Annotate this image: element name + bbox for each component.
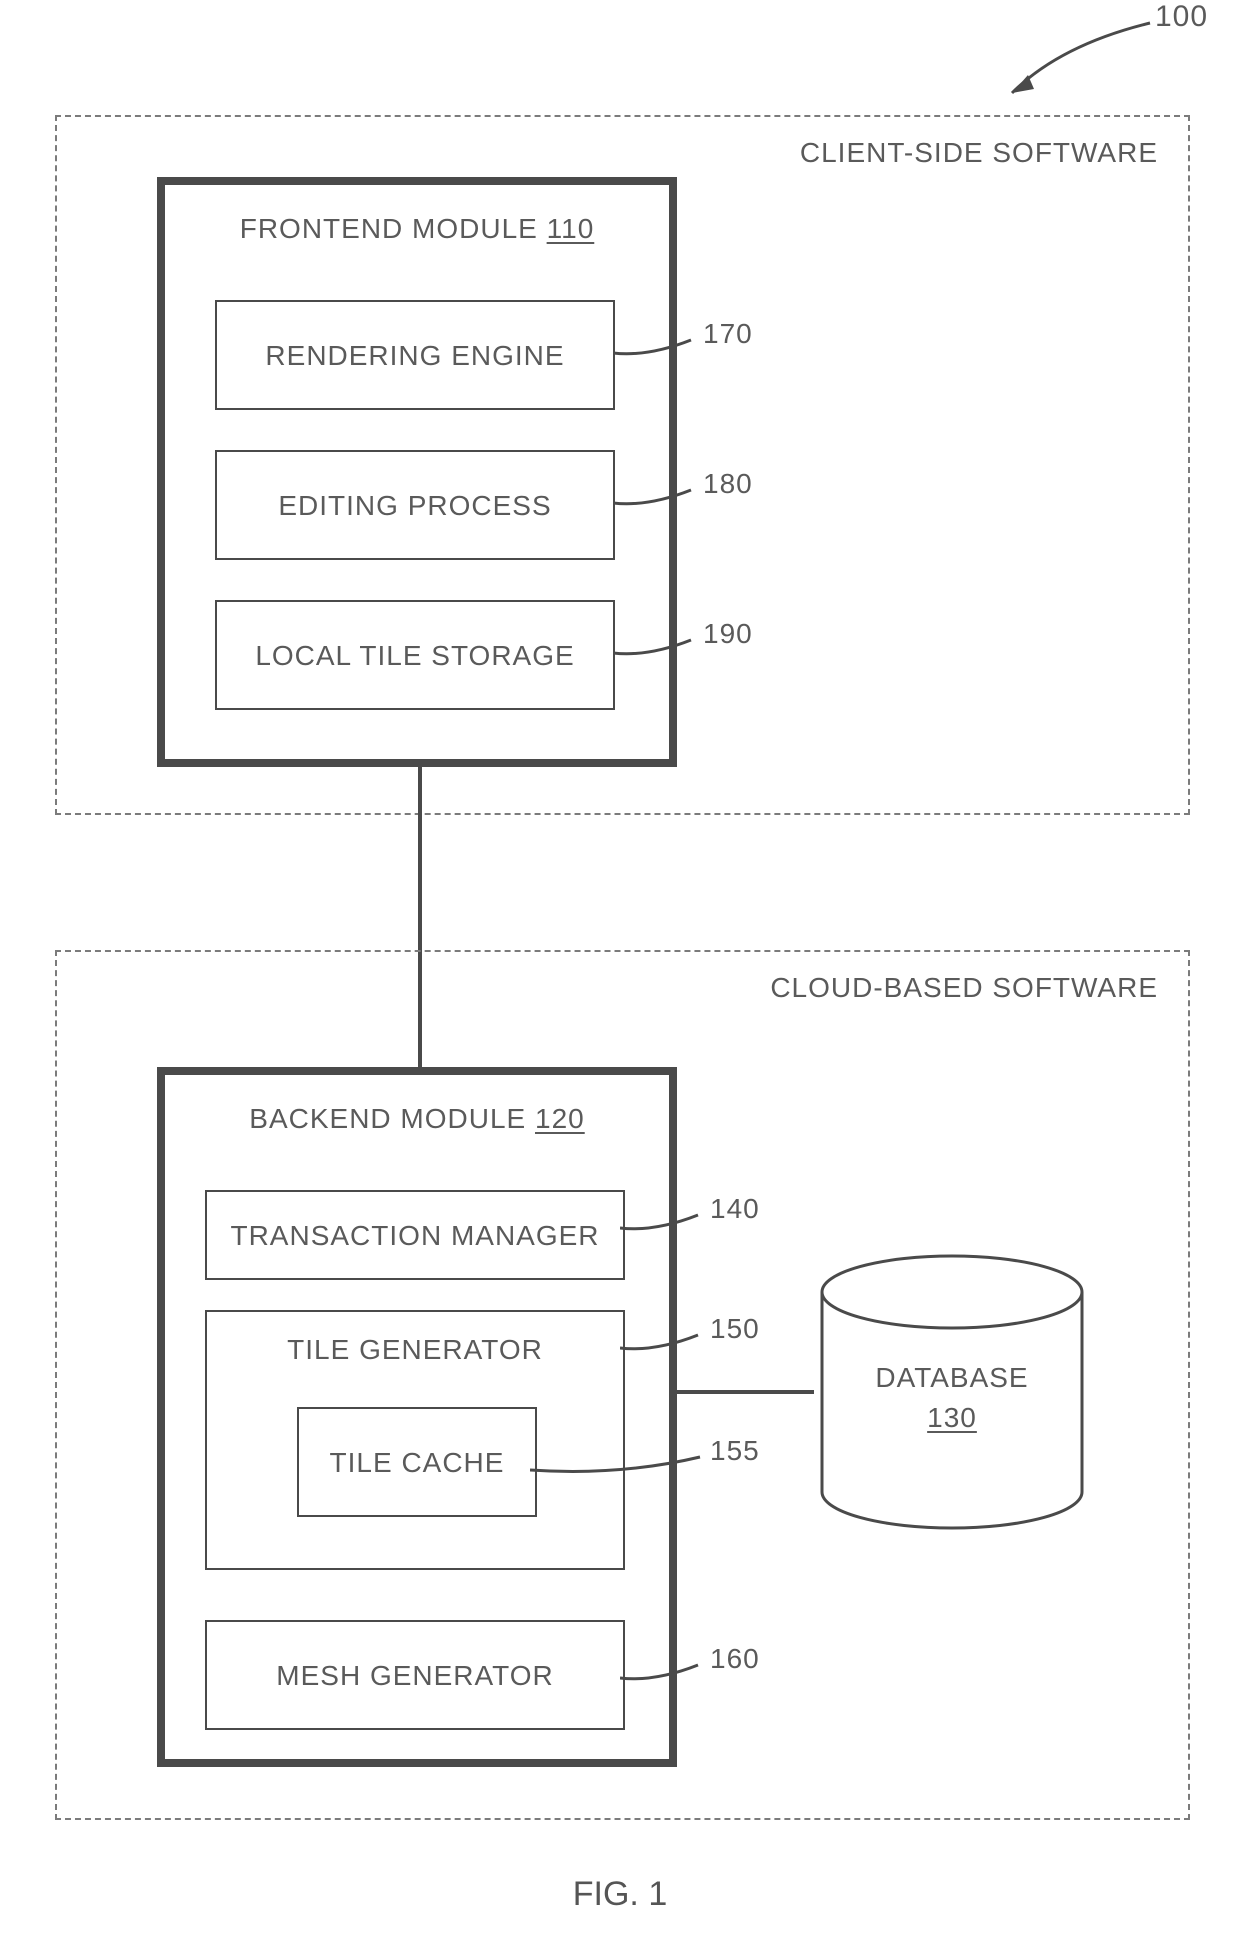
frontend-module: FRONTEND MODULE 110 RENDERING ENGINE EDI… bbox=[157, 177, 677, 767]
database-ref: 130 bbox=[812, 1402, 1092, 1434]
ref-180: 180 bbox=[703, 468, 753, 500]
local-tile-storage-box: LOCAL TILE STORAGE bbox=[215, 600, 615, 710]
frontend-title-line: FRONTEND MODULE 110 bbox=[165, 213, 669, 245]
frontend-ref: 110 bbox=[547, 213, 595, 244]
ref-190: 190 bbox=[703, 618, 753, 650]
ref-leader-180 bbox=[613, 485, 703, 515]
tile-generator-label: TILE GENERATOR bbox=[207, 1334, 623, 1366]
rendering-engine-box: RENDERING ENGINE bbox=[215, 300, 615, 410]
editing-process-label: EDITING PROCESS bbox=[217, 490, 613, 522]
backend-database-connector bbox=[677, 1390, 814, 1394]
editing-process-box: EDITING PROCESS bbox=[215, 450, 615, 560]
backend-ref: 120 bbox=[535, 1103, 585, 1134]
cloud-based-title: CLOUD-BASED SOFTWARE bbox=[770, 972, 1158, 1004]
mesh-generator-box: MESH GENERATOR bbox=[205, 1620, 625, 1730]
database-label: DATABASE bbox=[812, 1362, 1092, 1394]
mesh-generator-label: MESH GENERATOR bbox=[207, 1660, 623, 1692]
ref-140: 140 bbox=[710, 1193, 760, 1225]
client-side-title: CLIENT-SIDE SOFTWARE bbox=[800, 137, 1158, 169]
client-side-container: CLIENT-SIDE SOFTWARE FRONTEND MODULE 110… bbox=[55, 115, 1190, 815]
transaction-manager-label: TRANSACTION MANAGER bbox=[207, 1220, 623, 1252]
system-ref-arrow bbox=[1000, 15, 1170, 105]
backend-module: BACKEND MODULE 120 TRANSACTION MANAGER T… bbox=[157, 1067, 677, 1767]
backend-title: BACKEND MODULE bbox=[249, 1103, 526, 1134]
ref-leader-140 bbox=[620, 1210, 710, 1240]
transaction-manager-box: TRANSACTION MANAGER bbox=[205, 1190, 625, 1280]
rendering-engine-label: RENDERING ENGINE bbox=[217, 340, 613, 372]
frontend-title: FRONTEND MODULE bbox=[240, 213, 538, 244]
local-tile-storage-label: LOCAL TILE STORAGE bbox=[217, 640, 613, 672]
ref-leader-170 bbox=[613, 335, 703, 365]
ref-155: 155 bbox=[710, 1435, 760, 1467]
tile-cache-label: TILE CACHE bbox=[299, 1447, 535, 1479]
tile-cache-box: TILE CACHE bbox=[297, 1407, 537, 1517]
ref-leader-190 bbox=[613, 635, 703, 665]
diagram-canvas: 100 CLIENT-SIDE SOFTWARE FRONTEND MODULE… bbox=[0, 0, 1240, 1947]
ref-leader-160 bbox=[620, 1660, 710, 1690]
ref-150: 150 bbox=[710, 1313, 760, 1345]
ref-160: 160 bbox=[710, 1643, 760, 1675]
ref-leader-155 bbox=[530, 1452, 710, 1482]
ref-170: 170 bbox=[703, 318, 753, 350]
figure-caption: FIG. 1 bbox=[573, 1875, 667, 1914]
system-ref-label: 100 bbox=[1155, 0, 1208, 34]
backend-title-line: BACKEND MODULE 120 bbox=[165, 1103, 669, 1135]
tile-generator-box: TILE GENERATOR TILE CACHE bbox=[205, 1310, 625, 1570]
ref-leader-150 bbox=[620, 1330, 710, 1360]
database-cylinder: DATABASE 130 bbox=[812, 1252, 1092, 1532]
